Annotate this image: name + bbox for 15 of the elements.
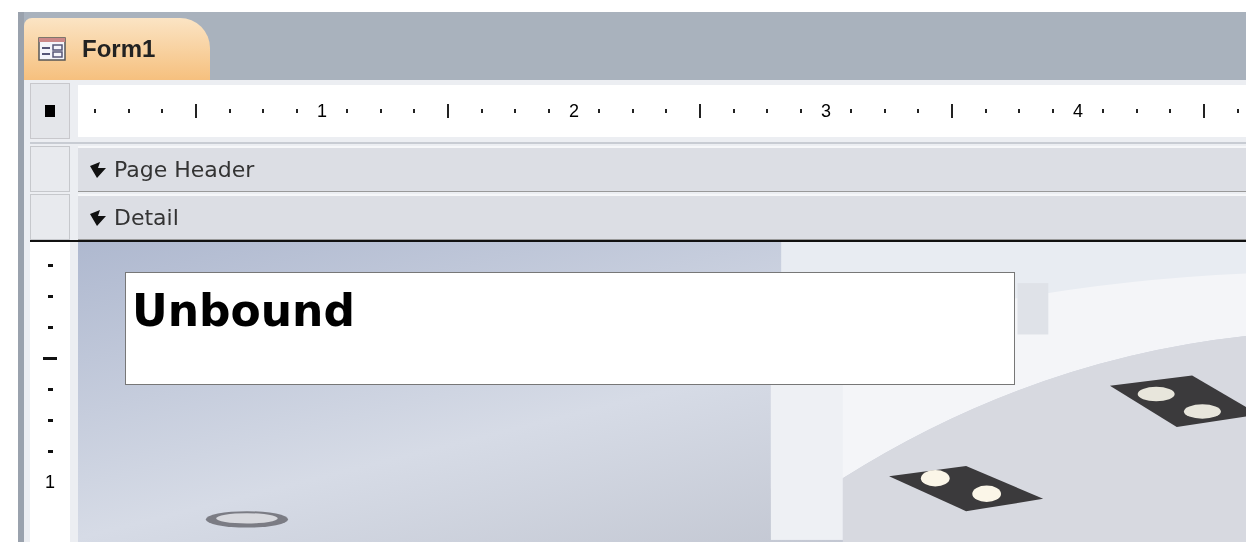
- ruler-number: 4: [1072, 100, 1084, 122]
- section-selector[interactable]: [30, 194, 70, 240]
- ruler-number: 3: [820, 100, 832, 122]
- ruler-number: 1: [45, 473, 55, 491]
- collapse-arrow-icon: [88, 159, 108, 180]
- ruler-number: 2: [568, 100, 580, 122]
- section-selector[interactable]: [30, 146, 70, 192]
- form-icon: [38, 37, 66, 61]
- section-bar[interactable]: Page Header: [78, 146, 1246, 192]
- collapse-arrow-icon: [88, 207, 108, 228]
- select-form-button[interactable]: [30, 83, 70, 139]
- document-tab[interactable]: Form1: [24, 18, 210, 80]
- text-box-control[interactable]: Unbound: [125, 272, 1015, 385]
- ruler-number: 1: [316, 100, 328, 122]
- section-bar[interactable]: Detail: [78, 194, 1246, 240]
